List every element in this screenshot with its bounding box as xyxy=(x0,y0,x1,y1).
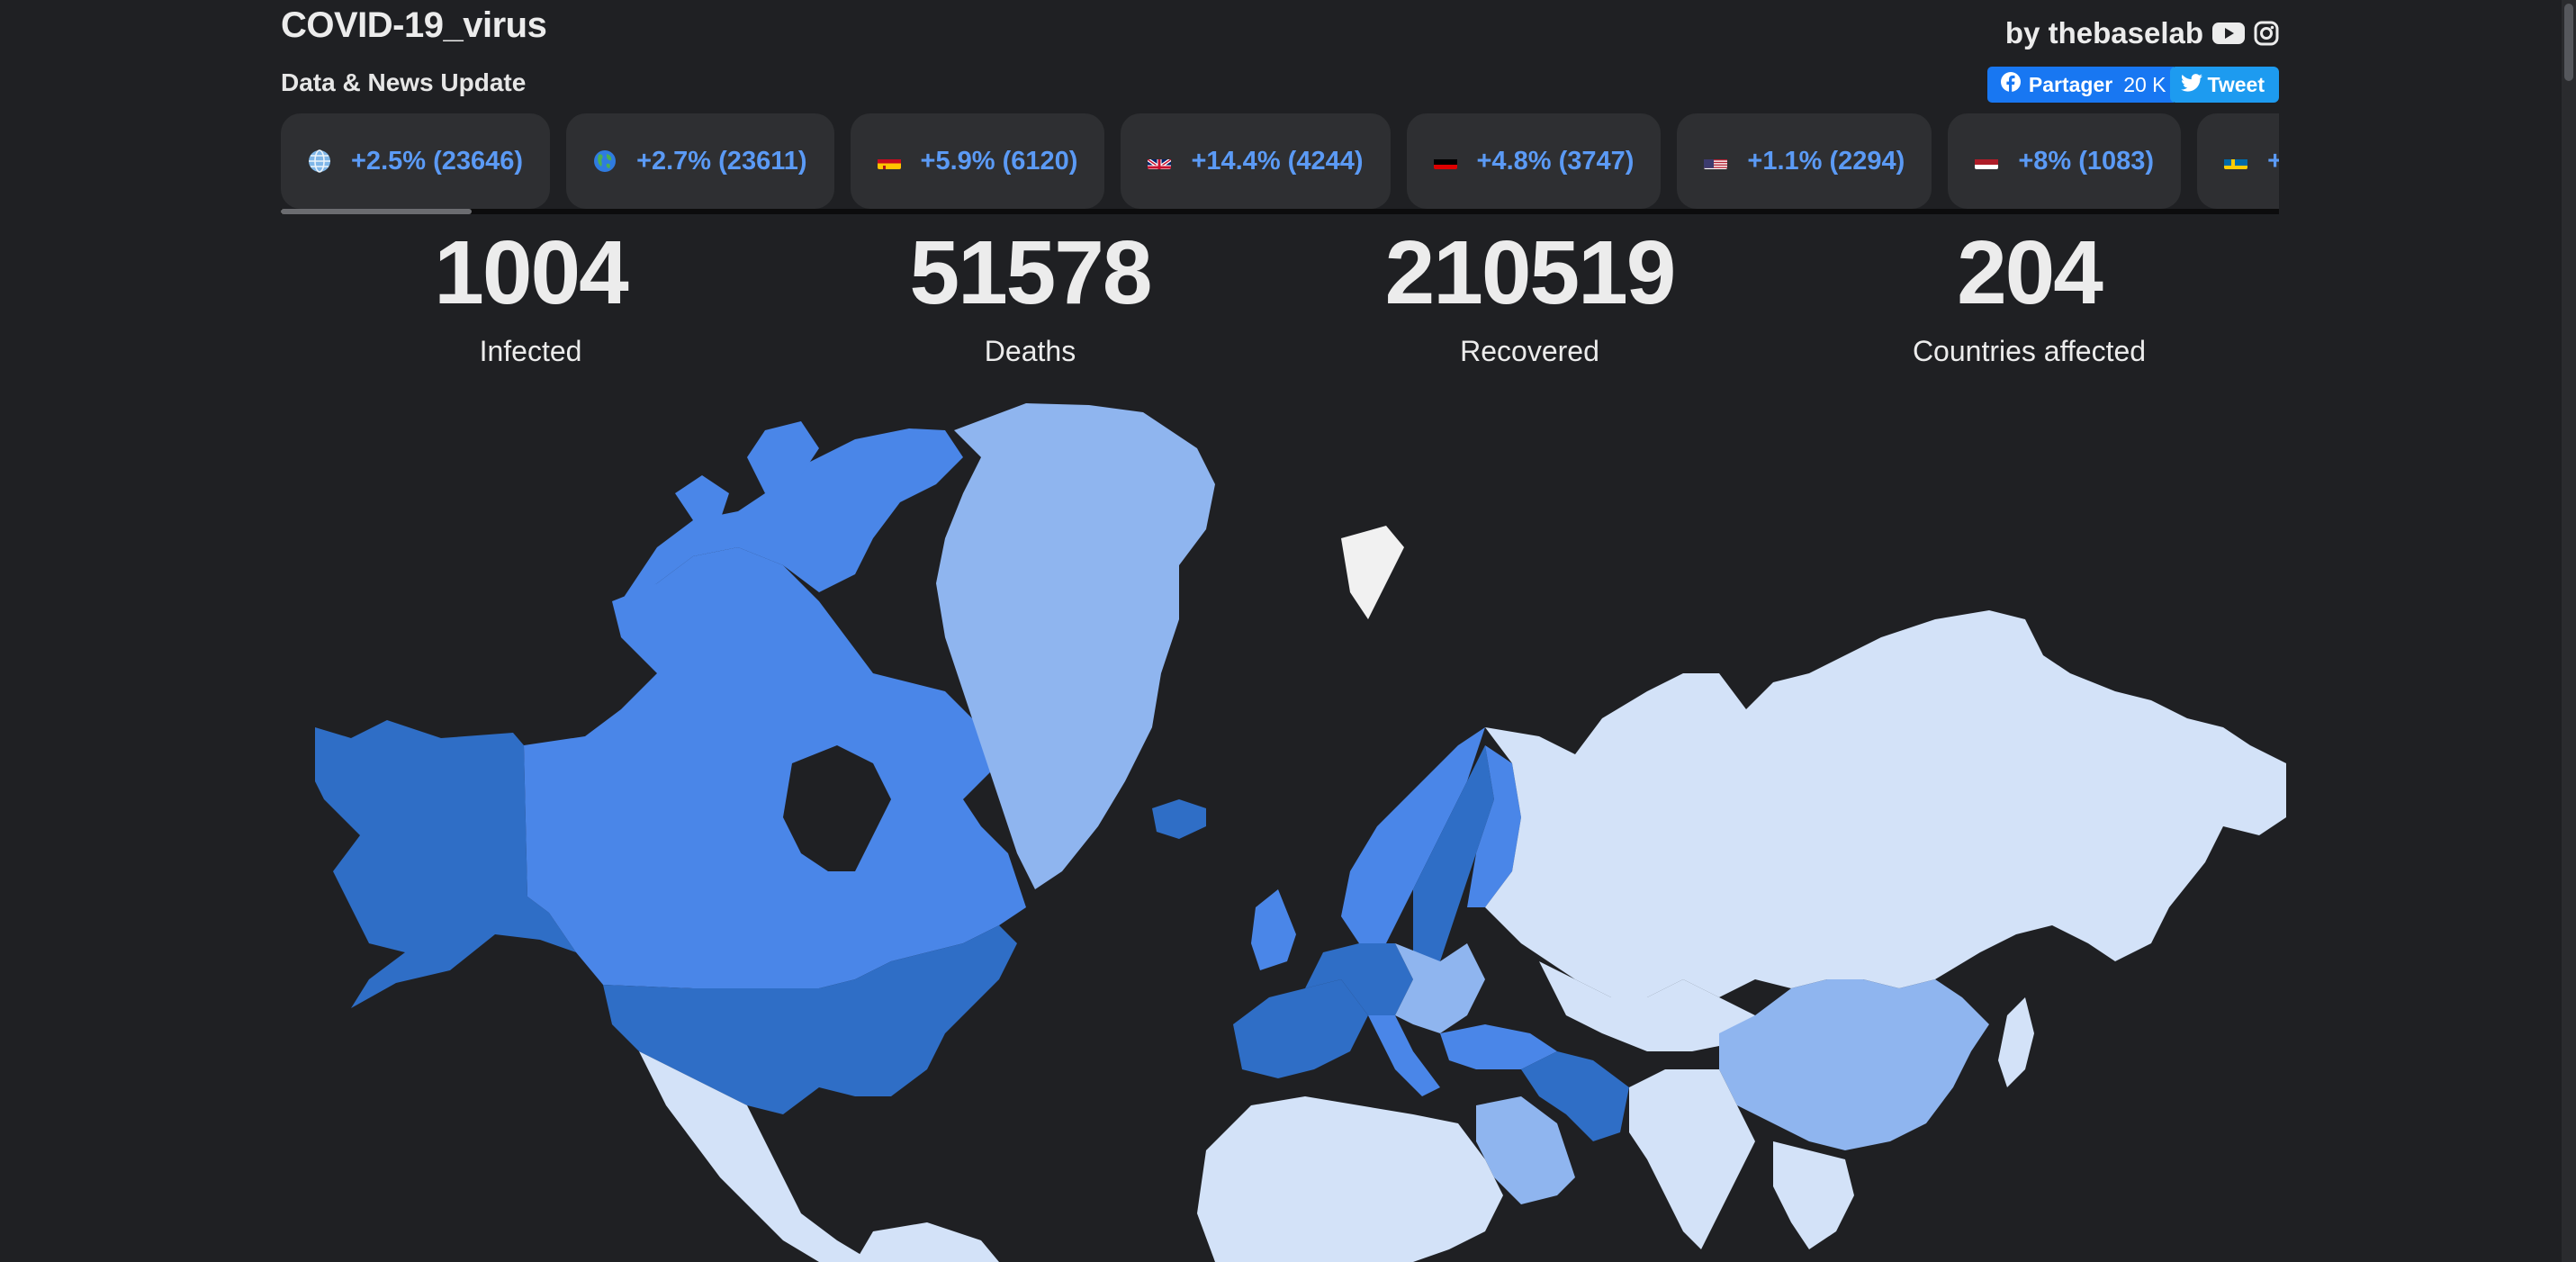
page-scrollbar-thumb[interactable] xyxy=(2564,4,2573,81)
youtube-icon[interactable] xyxy=(2212,21,2245,46)
stat-deaths: 51578 Deaths xyxy=(780,223,1280,368)
ticker-item-text: +14.4% (4244) xyxy=(1191,146,1364,176)
ticker-item-text: +4.8% (3747) xyxy=(1476,146,1635,176)
ticker-item-text: +8% (1083) xyxy=(2018,146,2155,176)
uk-flag-icon xyxy=(1148,153,1172,169)
ticker-item[interactable]: +2.7% (23611) xyxy=(566,113,834,209)
page-subtitle: Data & News Update xyxy=(281,68,527,96)
map-country-svalbard xyxy=(1341,526,1404,619)
stat-value: 51578 xyxy=(909,222,1152,323)
stat-value: 1004 xyxy=(434,222,628,323)
instagram-icon[interactable] xyxy=(2254,21,2279,46)
map-country-japan[interactable] xyxy=(1998,997,2034,1087)
share-buttons: Partager 20 K Tweet xyxy=(1986,67,2279,103)
stats-row: 1004 Infected 51578 Deaths 210519 Recove… xyxy=(281,223,2279,368)
germany-flag-icon xyxy=(1433,153,1457,169)
usa-flag-icon xyxy=(1704,153,1728,169)
map-country-southeast-asia[interactable] xyxy=(1773,1141,1854,1249)
spain-flag-icon xyxy=(877,153,901,169)
ticker-item[interactable]: +4.8% (3747) xyxy=(1406,113,1662,209)
stat-value: 210519 xyxy=(1384,222,1677,323)
ticker-item[interactable]: +5.9% (6120) xyxy=(850,113,1105,209)
stat-recovered: 210519 Recovered xyxy=(1280,223,1779,368)
ticker-item-text: +5.9% (6120) xyxy=(920,146,1078,176)
byline-text: by thebaselab xyxy=(2004,16,2203,50)
netherlands-flag-icon xyxy=(1975,153,1999,169)
map-country-iceland[interactable] xyxy=(1152,799,1206,839)
facebook-share-label: Partager xyxy=(2028,72,2113,96)
ticker-item-text: +2.5% (23646) xyxy=(351,146,524,176)
facebook-share-count: 20 K xyxy=(2123,72,2166,96)
ticker-item-text: +2.7% (23611) xyxy=(636,146,807,176)
facebook-icon xyxy=(2000,71,2022,98)
ticker-item[interactable]: +2.5% (23646) xyxy=(281,113,551,209)
map-country-south-america[interactable] xyxy=(855,1222,999,1262)
byline: by thebaselab xyxy=(2005,16,2279,50)
map-country-france-spain[interactable] xyxy=(1233,979,1368,1078)
ticker-item[interactable]: +1.1% (2294) xyxy=(1677,113,1932,209)
map-country-uk[interactable] xyxy=(1251,889,1296,970)
facebook-share-button[interactable]: Partager 20 K xyxy=(1986,67,2174,103)
ticker-scrollbar-thumb[interactable] xyxy=(281,209,472,214)
stat-value: 204 xyxy=(1957,222,2103,323)
tweet-button[interactable]: Tweet xyxy=(2169,67,2279,103)
map-country-russia[interactable] xyxy=(1485,610,2286,997)
page: COVID-19_virus Data & News Update by the… xyxy=(0,0,2576,1262)
ticker-item[interactable]: +8% (1083) xyxy=(1948,113,2182,209)
page-scrollbar[interactable] xyxy=(2562,0,2576,1262)
sweden-flag-icon xyxy=(2224,153,2248,169)
stat-label: Countries affected xyxy=(1912,335,2147,367)
earth-globe-icon xyxy=(593,149,617,173)
stat-infected: 1004 Infected xyxy=(281,223,780,368)
map-country-china[interactable] xyxy=(1719,979,1989,1150)
world-globe-icon xyxy=(308,149,331,173)
stat-label: Infected xyxy=(479,335,582,367)
ticker-scrollbar[interactable] xyxy=(281,209,2279,214)
ticker-item[interactable]: +14.4% (4244) xyxy=(1121,113,1391,209)
stat-label: Deaths xyxy=(984,335,1076,367)
twitter-bird-icon xyxy=(2180,73,2202,97)
stat-countries: 204 Countries affected xyxy=(1779,223,2279,368)
country-ticker[interactable]: +2.5% (23646) +2.7% (23611) +5.9% (6120)… xyxy=(281,113,2279,212)
ticker-item[interactable]: +10.5% xyxy=(2197,113,2279,209)
ticker-item-text: +10.5% xyxy=(2267,146,2279,176)
stat-label: Recovered xyxy=(1460,335,1599,367)
tweet-label: Tweet xyxy=(2207,72,2265,96)
world-map[interactable] xyxy=(315,403,2286,1262)
ticker-item-text: +1.1% (2294) xyxy=(1747,146,1905,176)
page-title: COVID-19_virus xyxy=(281,5,547,45)
